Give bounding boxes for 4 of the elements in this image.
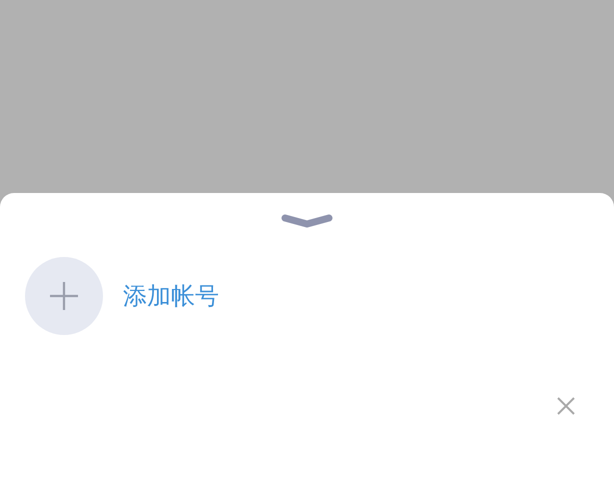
plus-icon <box>48 280 80 312</box>
add-account-link[interactable]: 添加帐号 <box>123 280 219 312</box>
collapse-handle-icon[interactable] <box>280 213 334 229</box>
close-icon[interactable] <box>556 396 576 416</box>
